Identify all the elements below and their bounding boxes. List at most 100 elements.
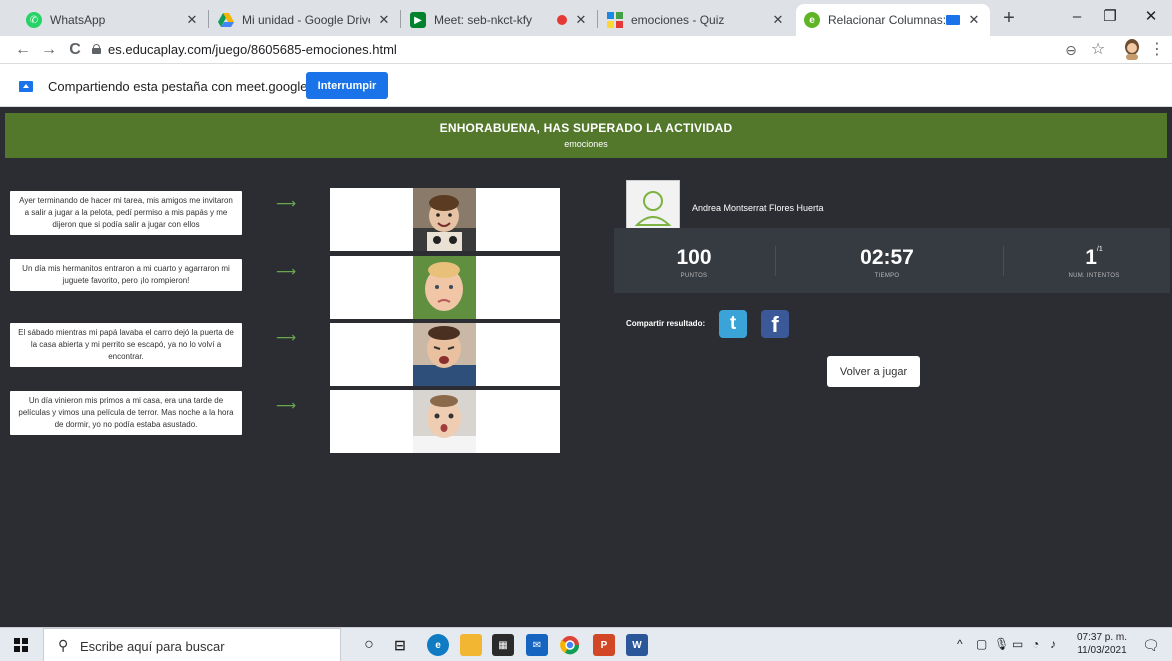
photo-card[interactable] bbox=[330, 256, 560, 319]
sharing-message: Compartiendo esta pestaña con meet.googl… bbox=[48, 79, 336, 94]
search-placeholder: Escribe aquí para buscar bbox=[80, 639, 225, 654]
clock-date: 11/03/2021 bbox=[1077, 645, 1127, 656]
tab-google-drive[interactable]: Mi unidad - Google Drive ✕ bbox=[210, 4, 400, 36]
tab-separator bbox=[400, 10, 401, 28]
tab-strip: ✆ WhatsApp ✕ Mi unidad - Google Drive ✕ … bbox=[0, 0, 1172, 36]
profile-avatar[interactable] bbox=[1122, 38, 1142, 60]
arrow-icon: ⟶ bbox=[276, 397, 297, 413]
play-again-button[interactable]: Volver a jugar bbox=[827, 356, 920, 387]
screen-sharing-bar: Compartiendo esta pestaña con meet.googl… bbox=[0, 64, 1172, 107]
forward-button[interactable]: → bbox=[38, 39, 60, 61]
maximize-button[interactable]: ❐ bbox=[1090, 6, 1130, 30]
quiz-icon bbox=[607, 12, 623, 28]
tab-title: WhatsApp bbox=[50, 13, 106, 27]
screen-share-icon bbox=[19, 81, 33, 92]
educaplay-icon: e bbox=[804, 12, 820, 28]
close-icon[interactable]: ✕ bbox=[770, 12, 786, 28]
photo-card[interactable] bbox=[330, 188, 560, 251]
battery-icon[interactable]: ▭ bbox=[1012, 637, 1023, 651]
url-field[interactable]: es.educaplay.com/juego/8605685-emociones… bbox=[108, 42, 397, 57]
tab-relacionar-columnas[interactable]: e Relacionar Columnas: emc ✕ bbox=[796, 4, 990, 36]
stop-sharing-button[interactable]: Interrumpir bbox=[306, 72, 388, 99]
reload-button[interactable]: C bbox=[64, 39, 86, 61]
arrow-icon: ⟶ bbox=[276, 195, 297, 211]
bookmark-star-icon[interactable]: ☆ bbox=[1087, 39, 1109, 61]
tab-title: Meet: seb-nkct-kfy bbox=[434, 13, 533, 27]
baby-scared-photo bbox=[413, 390, 476, 453]
attempts-label: NUM. INTENTOS bbox=[1068, 273, 1120, 279]
twitter-share-button[interactable]: t bbox=[719, 310, 747, 338]
address-bar: ← → C es.educaplay.com/juego/8605685-emo… bbox=[0, 36, 1172, 64]
baby-crying-photo bbox=[413, 323, 476, 386]
browser-menu-icon[interactable]: ⋮ bbox=[1146, 39, 1168, 61]
time-stat: 02:57 TIEMPO bbox=[842, 228, 932, 293]
show-hidden-icons[interactable]: ^ bbox=[957, 637, 963, 651]
cortana-icon[interactable]: ○ bbox=[358, 634, 380, 656]
banner-title: ENHORABUENA, HAS SUPERADO LA ACTIVIDAD bbox=[439, 121, 733, 135]
task-view-icon[interactable]: ⊟ bbox=[389, 634, 411, 656]
volume-icon[interactable]: ♪ bbox=[1050, 637, 1056, 651]
user-avatar bbox=[626, 180, 680, 234]
screen-share-icon bbox=[946, 15, 960, 25]
share-result-label: Compartir resultado: bbox=[626, 319, 706, 328]
stat-divider bbox=[1003, 246, 1004, 276]
tab-title: emociones - Quiz bbox=[631, 13, 725, 27]
banner-subtitle: emociones bbox=[564, 139, 608, 149]
tab-title: Relacionar Columnas: emc bbox=[828, 13, 946, 27]
activity-page: ENHORABUENA, HAS SUPERADO LA ACTIVIDAD e… bbox=[0, 107, 1172, 627]
recording-icon bbox=[557, 15, 567, 25]
user-name: Andrea Montserrat Flores Huerta bbox=[692, 203, 824, 213]
tab-separator bbox=[597, 10, 598, 28]
powerpoint-icon[interactable]: P bbox=[593, 634, 615, 656]
search-icon: ⚲ bbox=[58, 637, 69, 653]
result-banner: ENHORABUENA, HAS SUPERADO LA ACTIVIDAD e… bbox=[5, 113, 1167, 158]
statement-card: El sábado mientras mi papá lavaba el car… bbox=[10, 323, 242, 367]
time-label: TIEMPO bbox=[874, 273, 900, 279]
mail-icon[interactable]: ✉ bbox=[526, 634, 548, 656]
close-icon[interactable]: ✕ bbox=[376, 12, 392, 28]
points-value: 100 bbox=[676, 246, 712, 269]
tab-separator bbox=[208, 10, 209, 28]
close-icon[interactable]: ✕ bbox=[184, 12, 200, 28]
lock-icon[interactable] bbox=[92, 44, 101, 54]
microphone-icon[interactable]: 🎙 bbox=[994, 637, 1009, 651]
chrome-icon[interactable] bbox=[559, 634, 581, 656]
word-icon[interactable]: W bbox=[626, 634, 648, 656]
tab-google-meet[interactable]: ▶ Meet: seb-nkct-kfy ✕ bbox=[402, 4, 597, 36]
attempts-total: /1 bbox=[1096, 246, 1103, 253]
tab-title: Mi unidad - Google Drive bbox=[242, 13, 370, 27]
tab-whatsapp[interactable]: ✆ WhatsApp ✕ bbox=[18, 4, 208, 36]
statement-card: Un día mis hermanitos entraron a mi cuar… bbox=[10, 259, 242, 291]
whatsapp-icon: ✆ bbox=[26, 12, 42, 28]
file-explorer-icon[interactable] bbox=[460, 634, 482, 656]
taskbar-search-input[interactable]: ⚲ Escribe aquí para buscar bbox=[43, 628, 341, 661]
back-button[interactable]: ← bbox=[12, 39, 34, 61]
zoom-icon[interactable]: ⊖ bbox=[1060, 39, 1082, 61]
time-value: 02:57 bbox=[860, 246, 914, 269]
attempts-stat: 1/1 NUM. INTENTOS bbox=[1044, 228, 1144, 293]
photo-card[interactable] bbox=[330, 323, 560, 386]
baby-sad-photo bbox=[413, 256, 476, 319]
wifi-icon[interactable]: ◔ bbox=[1032, 637, 1039, 651]
meet-now-icon[interactable]: ▢ bbox=[976, 637, 987, 651]
windows-start-icon[interactable] bbox=[14, 638, 28, 652]
attempts-value: 1 bbox=[1085, 246, 1097, 269]
stat-divider bbox=[775, 246, 776, 276]
close-window-button[interactable]: ✕ bbox=[1131, 6, 1171, 30]
facebook-share-button[interactable]: f bbox=[761, 310, 789, 338]
arrow-icon: ⟶ bbox=[276, 263, 297, 279]
facebook-icon: f bbox=[771, 312, 779, 337]
close-icon[interactable]: ✕ bbox=[966, 12, 982, 28]
edge-icon[interactable]: e bbox=[427, 634, 449, 656]
tab-emociones-quiz[interactable]: emociones - Quiz ✕ bbox=[599, 4, 794, 36]
store-icon[interactable]: ▦ bbox=[492, 634, 514, 656]
statement-card: Ayer terminando de hacer mi tarea, mis a… bbox=[10, 191, 242, 235]
close-icon[interactable]: ✕ bbox=[573, 12, 589, 28]
notifications-icon[interactable]: 🗨 bbox=[1142, 637, 1160, 654]
system-clock[interactable]: 07:37 p. m. 11/03/2021 bbox=[1077, 631, 1127, 657]
photo-card[interactable] bbox=[330, 390, 560, 453]
score-panel: 100 PUNTOS 02:57 TIEMPO 1/1 NUM. INTENTO… bbox=[614, 228, 1170, 293]
statement-card: Un día vinieron mis primos a mi casa, er… bbox=[10, 391, 242, 435]
clock-time: 07:37 p. m. bbox=[1077, 632, 1128, 643]
new-tab-button[interactable]: + bbox=[996, 6, 1022, 32]
